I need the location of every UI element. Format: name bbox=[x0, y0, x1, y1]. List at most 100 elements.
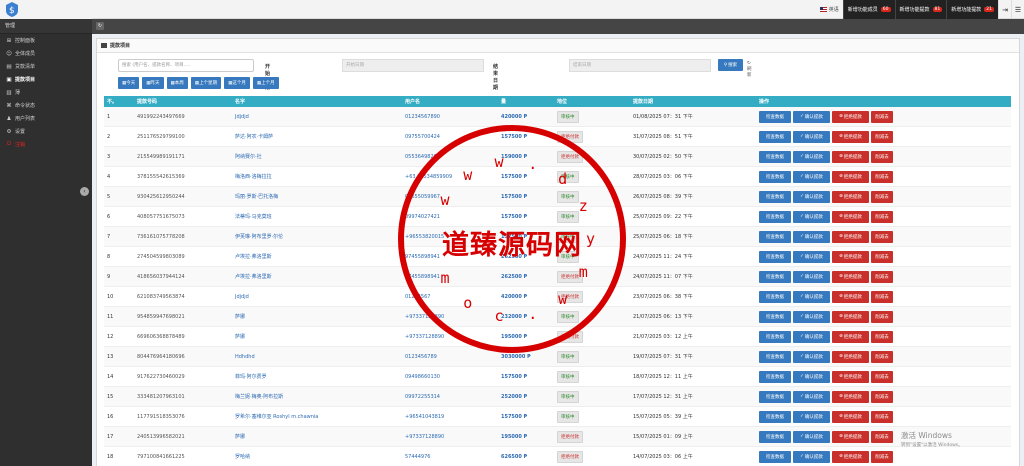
cell-name[interactable]: 梅洛西·洛梅拉拉 bbox=[232, 173, 402, 180]
check-data-button[interactable]: 检查数据 bbox=[759, 210, 791, 223]
check-data-button[interactable]: 检查数据 bbox=[759, 190, 791, 203]
cell-name[interactable]: 玛丽·罗斯·巴托洛梅 bbox=[232, 193, 402, 200]
reduce-button[interactable]: 削减去 bbox=[871, 370, 893, 383]
end-date-input[interactable]: 结束日期 bbox=[569, 59, 711, 72]
check-data-button[interactable]: 检查数据 bbox=[759, 330, 791, 343]
reduce-button[interactable]: 削减去 bbox=[871, 130, 893, 143]
reject-withdraw-button[interactable]: ⊗ 拒绝提款 bbox=[832, 430, 869, 443]
reduce-button[interactable]: 削减去 bbox=[871, 270, 893, 283]
check-data-button[interactable]: 检查数据 bbox=[759, 430, 791, 443]
sidebar-item-3[interactable]: ▣ 提款项目 bbox=[0, 73, 92, 86]
logout-icon[interactable]: ⇥ bbox=[998, 0, 1011, 19]
cell-phone[interactable]: 09972255314 bbox=[402, 394, 498, 400]
reject-withdraw-button[interactable]: ⊗ 拒绝提款 bbox=[832, 290, 869, 303]
check-data-button[interactable]: 检查数据 bbox=[759, 270, 791, 283]
cell-name[interactable]: 萨娜 bbox=[232, 433, 402, 440]
confirm-withdraw-button[interactable]: ✓ 确认提款 bbox=[793, 390, 830, 403]
notification-new-withdrawals[interactable]: 新增功能提款 81 bbox=[894, 0, 947, 19]
reduce-button[interactable]: 削减去 bbox=[871, 390, 893, 403]
reject-withdraw-button[interactable]: ⊗ 拒绝提款 bbox=[832, 330, 869, 343]
sidebar-item-2[interactable]: ▤ 贷款清单 bbox=[0, 60, 92, 73]
reject-withdraw-button[interactable]: ⊗ 拒绝提款 bbox=[832, 130, 869, 143]
reduce-button[interactable]: 削减去 bbox=[871, 210, 893, 223]
quick-range-button[interactable]: ▦ 昨天 bbox=[142, 77, 164, 89]
confirm-withdraw-button[interactable]: ✓ 确认提款 bbox=[793, 110, 830, 123]
cell-name[interactable]: Jdjdjd bbox=[232, 294, 402, 300]
cell-name[interactable]: 罗哈纳 bbox=[232, 453, 402, 460]
check-data-button[interactable]: 检查数据 bbox=[759, 350, 791, 363]
cell-phone[interactable]: 05536498289 bbox=[402, 154, 498, 160]
check-data-button[interactable]: 检查数据 bbox=[759, 170, 791, 183]
reject-withdraw-button[interactable]: ⊗ 拒绝提款 bbox=[832, 350, 869, 363]
reduce-button[interactable]: 削减去 bbox=[871, 310, 893, 323]
sidebar-item-5[interactable]: ⌘ 命令状态 bbox=[0, 99, 92, 112]
check-data-button[interactable]: 检查数据 bbox=[759, 230, 791, 243]
cell-phone[interactable]: +96553820015 bbox=[402, 234, 498, 240]
reduce-button[interactable]: 削减去 bbox=[871, 230, 893, 243]
reject-withdraw-button[interactable]: ⊗ 拒绝提款 bbox=[832, 190, 869, 203]
cell-name[interactable]: 菲玛·阿尔费罗 bbox=[232, 373, 402, 380]
confirm-withdraw-button[interactable]: ✓ 确认提款 bbox=[793, 350, 830, 363]
check-data-button[interactable]: 检查数据 bbox=[759, 410, 791, 423]
confirm-withdraw-button[interactable]: ✓ 确认提款 bbox=[793, 270, 830, 283]
cell-phone[interactable]: +97337128890 bbox=[402, 434, 498, 440]
cell-name[interactable]: Jdjdjd bbox=[232, 114, 402, 120]
cell-phone[interactable]: 57444976 bbox=[402, 454, 498, 460]
check-data-button[interactable]: 检查数据 bbox=[759, 150, 791, 163]
cell-name[interactable]: 卢埃拉·弗洛里斯 bbox=[232, 253, 402, 260]
reduce-button[interactable]: 削减去 bbox=[871, 150, 893, 163]
cell-phone[interactable]: 97455898941 bbox=[402, 274, 498, 280]
reject-withdraw-button[interactable]: ⊗ 拒绝提款 bbox=[832, 390, 869, 403]
sidebar-item-1[interactable]: ☺ 全体成员 bbox=[0, 47, 92, 60]
refresh-icon[interactable]: ↻ bbox=[96, 22, 104, 30]
check-data-button[interactable]: 检查数据 bbox=[759, 450, 791, 463]
cell-phone[interactable]: 09498660130 bbox=[402, 374, 498, 380]
cell-phone[interactable]: 09974027421 bbox=[402, 214, 498, 220]
reduce-button[interactable]: 削减去 bbox=[871, 330, 893, 343]
cell-phone[interactable]: 0123456789 bbox=[402, 354, 498, 360]
quick-range-button[interactable]: ▦ 上个月 bbox=[252, 77, 279, 89]
notification-new-withdrawals-2[interactable]: 新增功能提款 21 bbox=[946, 0, 998, 19]
reject-withdraw-button[interactable]: ⊗ 拒绝提款 bbox=[832, 270, 869, 283]
sidebar-item-4[interactable]: ▥ 薄 bbox=[0, 86, 92, 99]
cell-phone[interactable]: 97455898941 bbox=[402, 254, 498, 260]
cell-name[interactable]: 阿纳赛尔·社 bbox=[232, 153, 402, 160]
cell-name[interactable]: 萨娜 bbox=[232, 333, 402, 340]
check-data-button[interactable]: 检查数据 bbox=[759, 370, 791, 383]
reduce-button[interactable]: 削减去 bbox=[871, 110, 893, 123]
start-date-input[interactable]: 开始日期 bbox=[342, 59, 484, 72]
reject-withdraw-button[interactable]: ⊗ 拒绝提款 bbox=[832, 450, 869, 463]
reduce-button[interactable]: 削减去 bbox=[871, 430, 893, 443]
reject-withdraw-button[interactable]: ⊗ 拒绝提款 bbox=[832, 150, 869, 163]
cell-phone[interactable]: +96541043819 bbox=[402, 414, 498, 420]
cell-name[interactable]: 伊芙琳·阿布里罗·尔伦 bbox=[232, 233, 402, 240]
cell-name[interactable]: 梅兰妮·梅奥·阿布拉斯 bbox=[232, 393, 402, 400]
reduce-button[interactable]: 削减去 bbox=[871, 190, 893, 203]
search-button[interactable]: ⚲ 搜索 bbox=[718, 59, 743, 71]
sidebar-item-0[interactable]: ⊞ 控制面板 bbox=[0, 34, 92, 47]
check-data-button[interactable]: 检查数据 bbox=[759, 110, 791, 123]
confirm-withdraw-button[interactable]: ✓ 确认提款 bbox=[793, 410, 830, 423]
reject-withdraw-button[interactable]: ⊗ 拒绝提款 bbox=[832, 410, 869, 423]
refresh-button[interactable]: ↻ 刷新 bbox=[747, 61, 752, 78]
cell-name[interactable]: 法蒂玛·马克莫班 bbox=[232, 213, 402, 220]
confirm-withdraw-button[interactable]: ✓ 确认提款 bbox=[793, 210, 830, 223]
check-data-button[interactable]: 检查数据 bbox=[759, 390, 791, 403]
confirm-withdraw-button[interactable]: ✓ 确认提款 bbox=[793, 430, 830, 443]
check-data-button[interactable]: 检查数据 bbox=[759, 250, 791, 263]
cell-name[interactable]: 卢埃拉·弗洛里斯 bbox=[232, 273, 402, 280]
reduce-button[interactable]: 削减去 bbox=[871, 290, 893, 303]
reduce-button[interactable]: 削减去 bbox=[871, 450, 893, 463]
cell-phone[interactable]: 09655059967 bbox=[402, 194, 498, 200]
reduce-button[interactable]: 削减去 bbox=[871, 250, 893, 263]
notification-new-members[interactable]: 新增功能成员 60 bbox=[842, 0, 895, 19]
app-logo[interactable]: $ bbox=[0, 0, 92, 19]
reject-withdraw-button[interactable]: ⊗ 拒绝提款 bbox=[832, 210, 869, 223]
collapse-sidebar-icon[interactable]: ‹ bbox=[80, 187, 89, 196]
confirm-withdraw-button[interactable]: ✓ 确认提款 bbox=[793, 290, 830, 303]
confirm-withdraw-button[interactable]: ✓ 确认提款 bbox=[793, 130, 830, 143]
cell-phone[interactable]: +63 09534859909 bbox=[402, 174, 498, 180]
reject-withdraw-button[interactable]: ⊗ 拒绝提款 bbox=[832, 310, 869, 323]
sidebar-item-6[interactable]: ♟ 用户列表 bbox=[0, 112, 92, 125]
cell-phone[interactable]: +97337128890 bbox=[402, 334, 498, 340]
